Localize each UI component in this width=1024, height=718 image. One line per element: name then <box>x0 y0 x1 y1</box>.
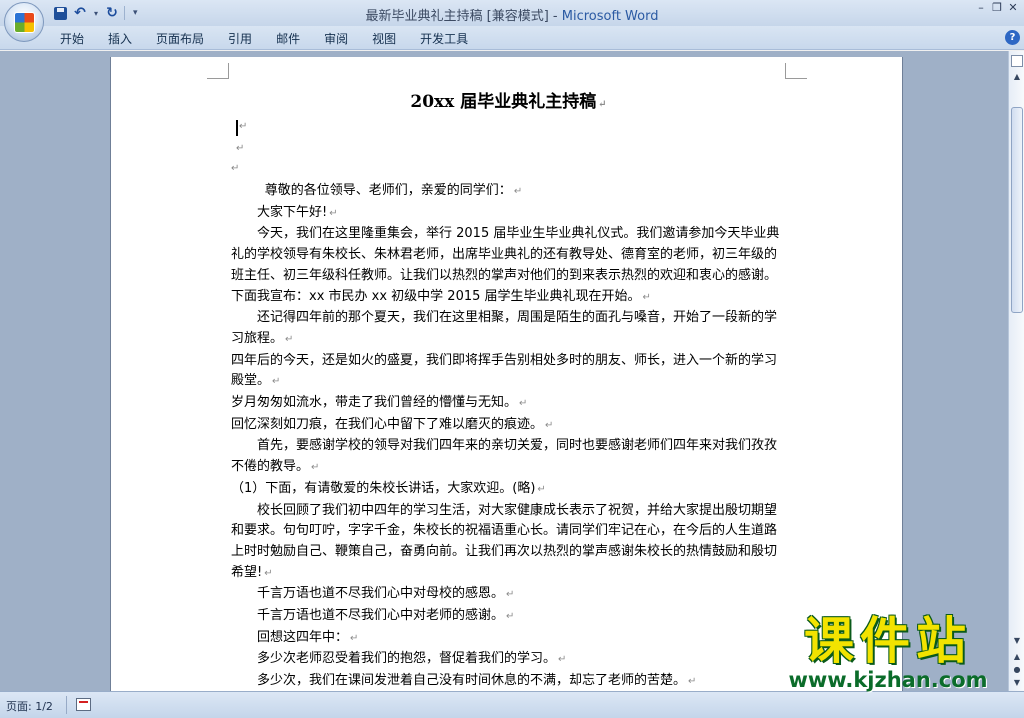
paragraph-mark: ↵ <box>329 207 338 219</box>
watermark-url: www.kjzhan.com <box>788 668 988 692</box>
ribbon-tabs-bar: 开始 插入 页面布局 引用 邮件 审阅 视图 开发工具 ? <box>0 26 1024 50</box>
paragraph: 四年后的今天，还是如火的盛夏，我们即将挥手告别相处多时的朋友、师长，进入一个新的… <box>231 351 787 393</box>
paragraph-text: 岁月匆匆如流水，带走了我们曾经的懵懂与无知。 <box>231 395 518 411</box>
paragraph: 大家下午好! ↵ <box>231 203 787 225</box>
tab-review[interactable]: 审阅 <box>312 30 360 48</box>
scroll-down-button[interactable]: ▼ <box>1011 635 1023 647</box>
title-bar: ↶ ▾ ↻ ▾ 最新毕业典礼主持稿 [兼容模式] - Microsoft Wor… <box>0 0 1024 26</box>
tab-mailings[interactable]: 邮件 <box>264 30 312 48</box>
tab-view[interactable]: 视图 <box>360 30 408 48</box>
margin-corner-mark <box>207 63 229 79</box>
document-title-text: 20xx 届毕业典礼主持稿 <box>410 92 597 112</box>
paragraph: （1）下面，有请敬爱的朱校长讲话，大家欢迎。(略) ↵ <box>231 479 787 501</box>
paragraph-text: 大家下午好! <box>257 204 328 220</box>
title-separator: - <box>548 9 562 24</box>
paragraph-mark: ↵ <box>642 291 651 303</box>
paragraph-text: 回想这四年中： <box>257 629 349 645</box>
restore-button[interactable]: ❐ <box>990 1 1004 15</box>
status-bar: 页面: 1/2 <box>0 691 1024 718</box>
status-separator <box>66 696 67 714</box>
paragraph-mark: ↵ <box>513 186 523 197</box>
paragraph: 校长回顾了我们初中四年的学习生活，对大家健康成长表示了祝贺，并给大家提出殷切期望… <box>231 501 787 585</box>
paragraph: 千言万语也道不尽我们心中对老师的感谢。 ↵ <box>231 606 787 628</box>
document-area: 20xx 届毕业典礼主持稿 ↵ ↵ ↵ ↵ 尊敬的各位领导、老师们，亲爱的同学们：… <box>0 51 1008 691</box>
paragraph-text: 四年后的今天，还是如火的盛夏，我们即将挥手告别相处多时的朋友、师长，进入一个新的… <box>231 352 778 389</box>
minimize-button[interactable]: – <box>974 1 988 15</box>
page-count[interactable]: 页面: 1/2 <box>6 698 53 714</box>
tab-developer[interactable]: 开发工具 <box>408 30 480 48</box>
paragraph-mark: ↵ <box>311 462 320 474</box>
paragraph: 多少次老师忍受着我们的抱怨，督促着我们的学习。 ↵ <box>231 649 787 671</box>
next-page-button[interactable]: ▼ <box>1011 677 1023 689</box>
paragraph: 还记得四年前的那个夏天，我们在这里相聚，周围是陌生的面孔与嗓音，开始了一段新的学… <box>231 308 787 350</box>
paragraph-mark: ↵ <box>537 483 546 495</box>
scroll-thumb[interactable] <box>1011 107 1023 313</box>
window-title: 最新毕业典礼主持稿 [兼容模式] - Microsoft Word <box>0 5 1024 24</box>
paragraph-mark: ↵ <box>506 611 515 623</box>
margin-corner-mark <box>785 63 807 79</box>
paragraph-mark: ↵ <box>239 121 248 132</box>
document-title: 20xx 届毕业典礼主持稿 ↵ <box>231 87 786 112</box>
tab-insert[interactable]: 插入 <box>96 30 144 48</box>
paragraph: 首先，要感谢学校的领导对我们四年来的亲切关爱，同时也要感谢老师们四年来对我们孜孜… <box>231 436 787 478</box>
paragraph: 千言万语也道不尽我们心中对母校的感恩。 ↵ <box>231 584 787 606</box>
paragraph-text: 今天，我们在这里隆重集会，举行 2015 届毕业生毕业典礼仪式。我们邀请参加今天… <box>231 226 780 304</box>
app-name: Microsoft Word <box>561 9 659 24</box>
paragraph-mark: ↵ <box>598 99 607 110</box>
window-controls: – ❐ ✕ <box>974 1 1020 15</box>
paragraph-mark: ↵ <box>285 333 294 345</box>
paragraph-mark: ↵ <box>506 589 515 601</box>
paragraph-text: 多少次老师忍受着我们的抱怨，督促着我们的学习。 <box>257 651 557 667</box>
paragraph: 尊敬的各位领导、老师们，亲爱的同学们： ↵ <box>231 181 787 203</box>
scroll-up-button[interactable]: ▲ <box>1011 71 1023 83</box>
previous-page-button[interactable]: ▲ <box>1011 651 1023 663</box>
close-button[interactable]: ✕ <box>1006 1 1020 15</box>
select-browse-object-button[interactable]: ● <box>1011 664 1023 676</box>
watermark-logo: 课件站 www.kjzhan.com <box>772 612 1004 694</box>
paragraph-mark: ↵ <box>519 398 528 410</box>
paragraph: 岁月匆匆如流水，带走了我们曾经的懵懂与无知。 ↵ <box>231 393 787 415</box>
paragraph-mark: ↵ <box>558 654 567 666</box>
office-button[interactable] <box>4 2 44 42</box>
tab-page-layout[interactable]: 页面布局 <box>144 30 216 48</box>
office-logo-icon <box>14 12 35 33</box>
document-name: 最新毕业典礼主持稿 [兼容模式] <box>365 9 549 24</box>
paragraph-mark: ↵ <box>231 163 240 174</box>
ribbon-tabs: 开始 插入 页面布局 引用 邮件 审阅 视图 开发工具 <box>48 30 480 48</box>
tab-home[interactable]: 开始 <box>48 30 96 48</box>
watermark-title: 课件站 <box>804 612 972 670</box>
paragraph: 回忆深刻如刀痕，在我们心中留下了难以磨灭的痕迹。 ↵ <box>231 415 787 437</box>
paragraph: 今天，我们在这里隆重集会，举行 2015 届毕业生毕业典礼仪式。我们邀请参加今天… <box>231 224 787 308</box>
paragraph: 多少次，我们在课间发泄着自己没有时间休息的不满，却忘了老师的苦楚。 ↵ <box>231 671 787 691</box>
paragraph-text: 还记得四年前的那个夏天，我们在这里相聚，周围是陌生的面孔与嗓音，开始了一段新的学… <box>231 310 778 346</box>
tab-references[interactable]: 引用 <box>216 30 264 48</box>
paragraph-text: （1）下面，有请敬爱的朱校长讲话，大家欢迎。(略) <box>231 480 536 496</box>
paragraph-text: 校长回顾了我们初中四年的学习生活，对大家健康成长表示了祝贺，并给大家提出殷切期望… <box>231 502 778 580</box>
paragraph-mark: ↵ <box>236 143 245 154</box>
view-ruler-icon[interactable] <box>1011 55 1023 67</box>
paragraph: 回想这四年中： ↵ <box>231 628 787 650</box>
paragraph-text: 回忆深刻如刀痕，在我们心中留下了难以磨灭的痕迹。 <box>231 416 544 432</box>
proofing-icon[interactable] <box>76 698 91 711</box>
document-page[interactable]: 20xx 届毕业典礼主持稿 ↵ ↵ ↵ ↵ 尊敬的各位领导、老师们，亲爱的同学们：… <box>110 57 903 691</box>
paragraph-mark: ↵ <box>688 676 697 688</box>
document-body[interactable]: 尊敬的各位领导、老师们，亲爱的同学们： ↵ 大家下午好! ↵ 今天，我们在这里隆重集… <box>231 181 787 691</box>
paragraph-text: 尊敬的各位领导、老师们，亲爱的同学们： <box>264 183 512 198</box>
text-cursor <box>236 120 238 136</box>
paragraph-text: 千言万语也道不尽我们心中对老师的感谢。 <box>257 608 505 624</box>
vertical-scrollbar[interactable]: ▲ ▼ ▲ ● ▼ <box>1008 51 1024 691</box>
help-icon[interactable]: ? <box>1005 30 1020 45</box>
paragraph-mark: ↵ <box>545 419 554 431</box>
paragraph-text: 多少次，我们在课间发泄着自己没有时间休息的不满，却忘了老师的苦楚。 <box>257 673 687 689</box>
paragraph-mark: ↵ <box>350 632 359 644</box>
paragraph-mark: ↵ <box>264 567 273 579</box>
paragraph-text: 千言万语也道不尽我们心中对母校的感恩。 <box>257 586 505 602</box>
paragraph-mark: ↵ <box>272 376 281 388</box>
